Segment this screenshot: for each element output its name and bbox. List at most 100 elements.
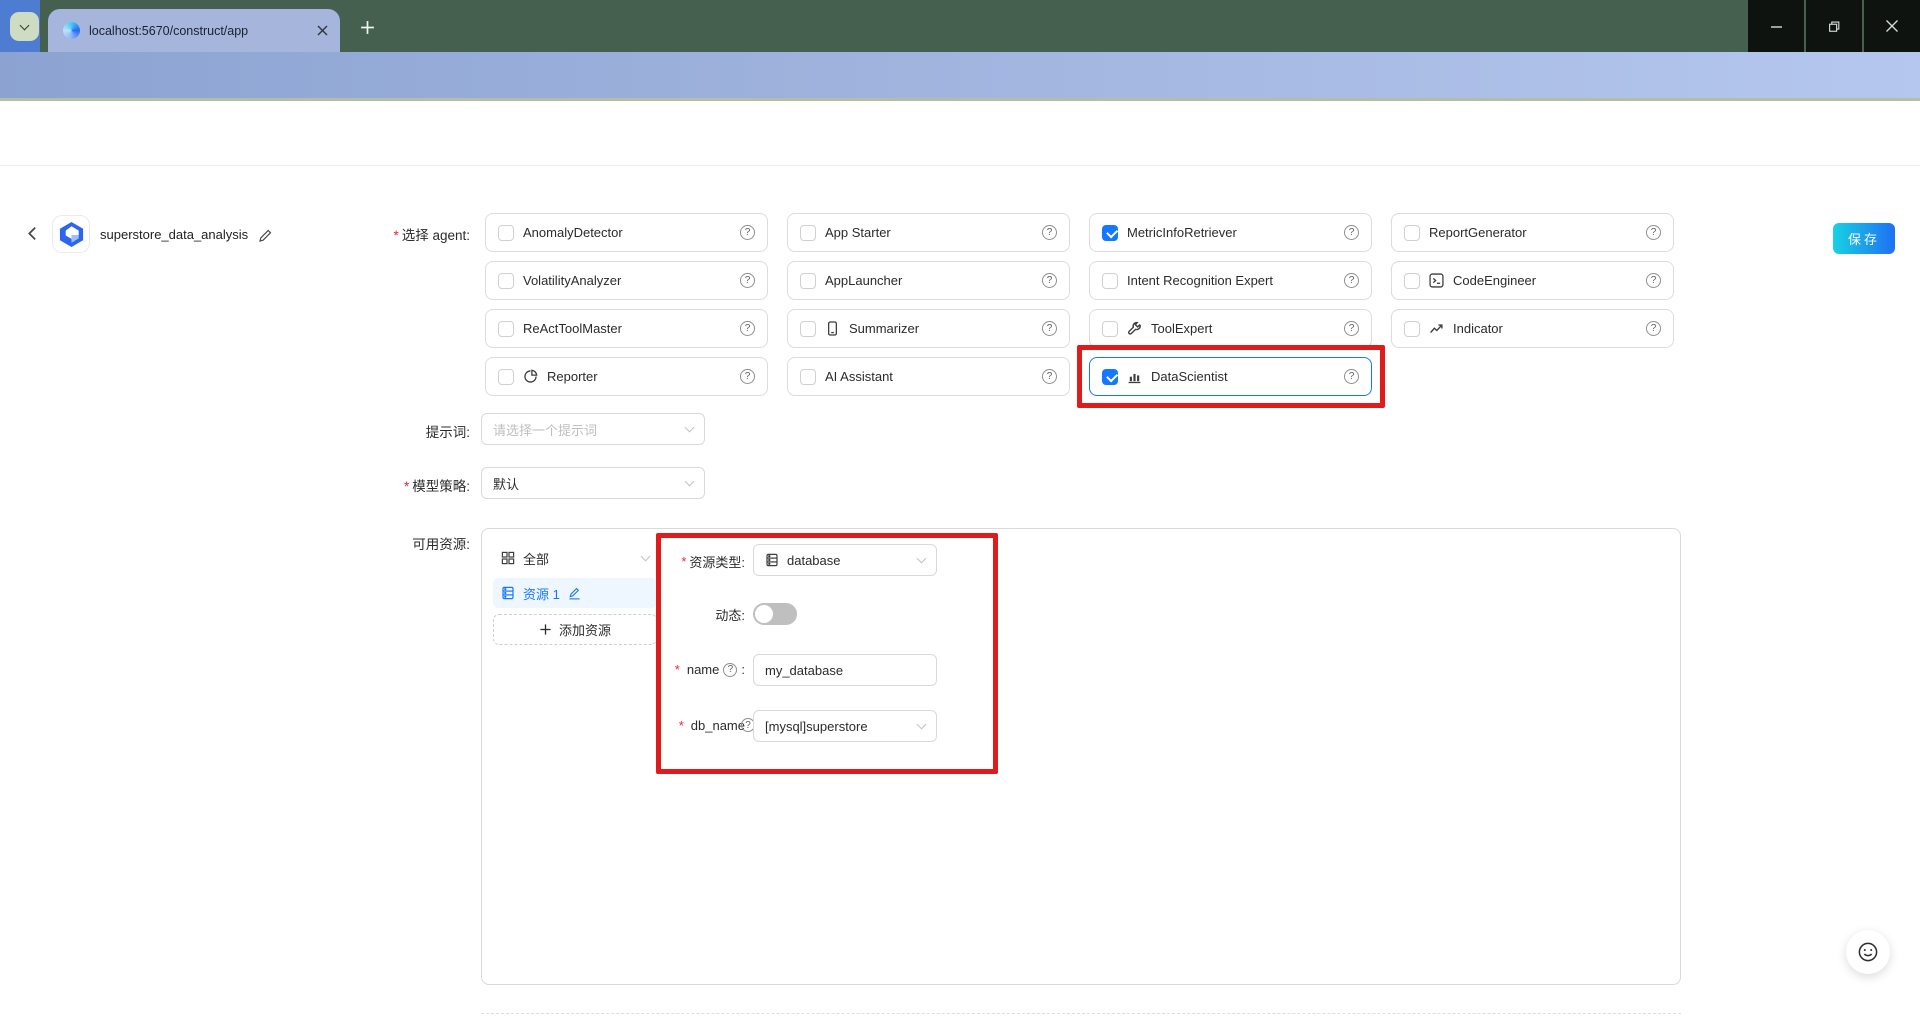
name-input[interactable]	[753, 654, 937, 686]
agent-item-indicator[interactable]: Indicator ?	[1391, 309, 1674, 348]
help-icon[interactable]: ?	[1042, 321, 1057, 336]
agent-item-app-starter[interactable]: App Starter ?	[787, 213, 1070, 252]
checkbox-unchecked[interactable]	[800, 224, 816, 241]
pie-chart-icon	[523, 369, 538, 384]
new-tab-button[interactable]	[356, 16, 378, 38]
prompt-select[interactable]: 请选择一个提示词	[481, 413, 705, 445]
prompt-field-label: 提示词:	[425, 425, 470, 440]
agent-item-volatilityanalyzer[interactable]: VolatilityAnalyzer ?	[485, 261, 768, 300]
help-icon[interactable]: ?	[1344, 321, 1359, 336]
help-icon[interactable]: ?	[723, 662, 738, 677]
checkbox-unchecked[interactable]	[498, 272, 514, 289]
checkbox-unchecked[interactable]	[1404, 272, 1420, 289]
bar-chart-icon	[1127, 369, 1142, 384]
feedback-smiley-button[interactable]	[1846, 930, 1890, 974]
resources-field-label: 可用资源:	[412, 537, 470, 552]
page-title: superstore_data_analysis	[100, 227, 249, 242]
back-chevron-icon[interactable]	[24, 225, 41, 242]
mobile-icon	[825, 321, 840, 336]
restore-button[interactable]	[1806, 0, 1862, 52]
checkbox-unchecked[interactable]	[498, 224, 514, 241]
resource-type-select[interactable]: database	[753, 544, 937, 576]
agent-item-metricinforetriever[interactable]: MetricInfoRetriever ?	[1089, 213, 1372, 252]
help-icon[interactable]: ?	[740, 273, 755, 288]
strategy-field-label: * 模型策略:	[403, 479, 470, 494]
checkbox-unchecked[interactable]	[800, 272, 816, 289]
checkbox-unchecked[interactable]	[498, 320, 514, 337]
chevron-down-icon	[916, 553, 927, 564]
section-divider	[481, 1013, 1681, 1014]
resource-type-label: * 资源类型:	[681, 554, 745, 570]
agent-item-reacttoolmaster[interactable]: ReActToolMaster ?	[485, 309, 768, 348]
minimize-button[interactable]	[1748, 0, 1804, 52]
smiley-icon	[1858, 942, 1878, 962]
help-icon[interactable]: ?	[1344, 273, 1359, 288]
browser-titlebar: localhost:5670/construct/app	[0, 0, 1920, 52]
db-name-value: [mysql]superstore	[765, 718, 868, 734]
help-icon[interactable]: ?	[1646, 273, 1661, 288]
strategy-value: 默认	[493, 476, 520, 492]
agent-item-codeengineer[interactable]: CodeEngineer ?	[1391, 261, 1674, 300]
checkbox-unchecked[interactable]	[1404, 320, 1420, 337]
name-label: * name?:	[674, 662, 745, 677]
browser-window: localhost:5670/construct/app superstore_…	[0, 0, 1920, 1020]
agent-item-reportgenerator[interactable]: ReportGenerator ?	[1391, 213, 1674, 252]
help-icon[interactable]: ?	[740, 321, 755, 336]
strategy-select[interactable]: 默认	[481, 467, 705, 499]
tab-close-icon[interactable]	[317, 25, 328, 36]
dynamic-toggle[interactable]	[753, 603, 797, 625]
checkbox-checked[interactable]	[1102, 224, 1118, 241]
code-icon	[1429, 273, 1444, 288]
trend-icon	[1429, 321, 1444, 336]
tab-favicon	[63, 22, 80, 39]
database-icon	[765, 553, 779, 567]
appstore-icon	[501, 551, 515, 565]
window-controls	[1748, 0, 1920, 52]
chevron-down-icon	[916, 719, 927, 730]
checkbox-unchecked[interactable]	[800, 320, 816, 337]
agent-field-label: * 选择 agent:	[393, 228, 470, 243]
edit-resource-icon[interactable]	[568, 587, 581, 600]
tab-search-button[interactable]	[10, 12, 39, 41]
help-icon[interactable]: ?	[1042, 369, 1057, 384]
help-icon[interactable]: ?	[1344, 369, 1359, 384]
close-button[interactable]	[1864, 0, 1920, 52]
chevron-down-icon	[684, 422, 695, 433]
agent-item-ai-assistant[interactable]: AI Assistant ?	[787, 357, 1070, 396]
agent-item-summarizer[interactable]: Summarizer ?	[787, 309, 1070, 348]
help-icon[interactable]: ?	[1344, 225, 1359, 240]
dynamic-label: 动态:	[715, 608, 745, 623]
agent-item-anomalydetector[interactable]: AnomalyDetector ?	[485, 213, 768, 252]
resource-type-value: database	[787, 552, 841, 568]
checkbox-unchecked[interactable]	[1102, 320, 1118, 337]
help-icon[interactable]: ?	[740, 225, 755, 240]
agent-item-intent-recognition-expert[interactable]: Intent Recognition Expert ?	[1089, 261, 1372, 300]
app-logo	[52, 215, 90, 253]
browser-tab[interactable]: localhost:5670/construct/app	[48, 9, 340, 52]
help-icon[interactable]: ?	[1646, 321, 1661, 336]
chevron-down-icon	[684, 476, 695, 487]
resources-panel	[481, 528, 1681, 985]
browser-toolbar: localhost:5670/construct/app/extra en	[0, 52, 1920, 145]
db-name-label: * db_name	[678, 718, 745, 733]
help-icon[interactable]: ?	[1646, 225, 1661, 240]
database-icon	[501, 586, 515, 600]
help-icon[interactable]: ?	[1042, 273, 1057, 288]
checkbox-unchecked[interactable]	[1404, 224, 1420, 241]
agent-item-datascientist[interactable]: DataScientist ?	[1089, 357, 1372, 396]
checkbox-checked[interactable]	[1102, 368, 1118, 385]
agent-item-reporter[interactable]: Reporter ?	[485, 357, 768, 396]
chevron-down-icon	[19, 20, 30, 30]
db-name-select[interactable]: [mysql]superstore	[753, 710, 937, 742]
page-header: superstore_data_analysis 保存	[0, 101, 1920, 254]
help-icon[interactable]: ?	[1042, 225, 1057, 240]
plus-icon	[540, 624, 551, 635]
agent-item-toolexpert[interactable]: ToolExpert ?	[1089, 309, 1372, 348]
checkbox-unchecked[interactable]	[498, 368, 514, 385]
checkbox-unchecked[interactable]	[800, 368, 816, 385]
help-icon[interactable]: ?	[740, 369, 755, 384]
checkbox-unchecked[interactable]	[1102, 272, 1118, 289]
resource-item-1[interactable]: 资源 1	[493, 578, 657, 608]
agent-item-applauncher[interactable]: AppLauncher ?	[787, 261, 1070, 300]
save-button[interactable]: 保存	[1833, 223, 1895, 254]
